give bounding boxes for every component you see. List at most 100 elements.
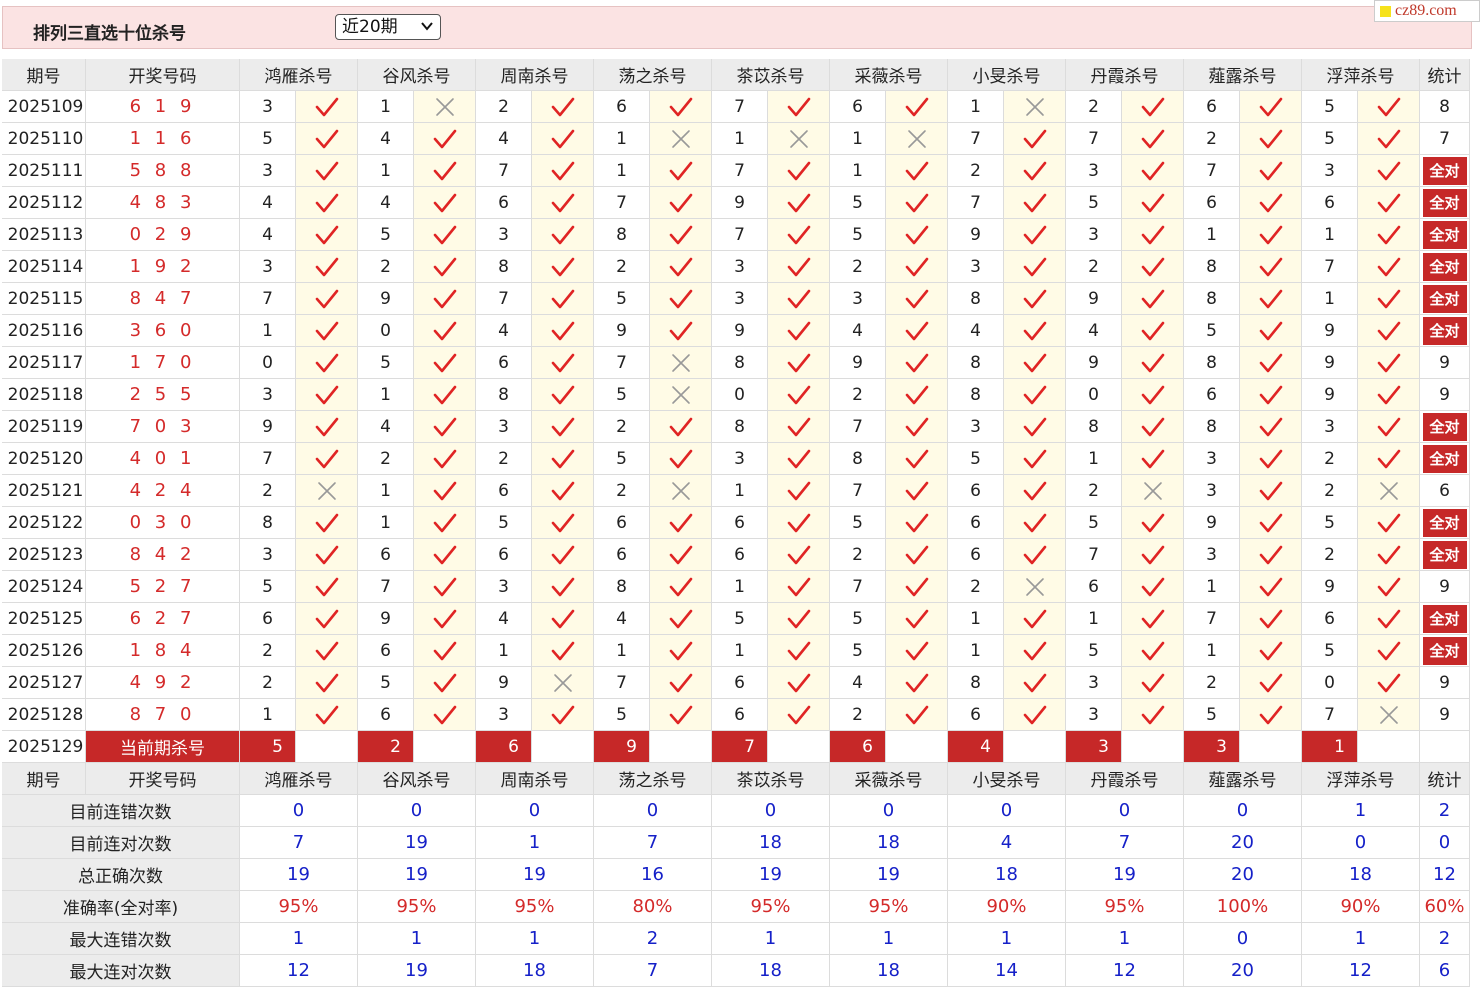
current-kill-number: 4 [948, 731, 1004, 763]
kill-number: 2 [948, 571, 1004, 603]
kill-number: 7 [240, 443, 296, 475]
result-cell [1358, 603, 1420, 635]
kill-number: 0 [712, 379, 768, 411]
table-row: 2025112 4 8 3 4 4 6 7 9 5 7 5 6 6 全对 [2, 187, 1470, 219]
header-predictor: 小旻杀号 [948, 59, 1066, 91]
table-row: 2025123 8 4 2 3 6 6 6 6 2 6 7 3 2 全对 [2, 539, 1470, 571]
kill-number: 9 [1302, 315, 1358, 347]
header-predictor: 谷风杀号 [358, 59, 476, 91]
result-cell [768, 571, 830, 603]
check-icon [786, 480, 812, 502]
result-cell [886, 379, 948, 411]
current-kill-spacer [1004, 731, 1066, 763]
issue-number: 2025128 [2, 699, 86, 731]
result-cell [768, 283, 830, 315]
current-kill-number: 6 [476, 731, 532, 763]
result-cell [1004, 283, 1066, 315]
summary-stat: 2 [1420, 923, 1470, 955]
check-icon [786, 448, 812, 470]
current-kill-spacer [532, 731, 594, 763]
kill-number: 4 [830, 667, 886, 699]
result-cell [1358, 539, 1420, 571]
summary-label: 准确率(全对率) [2, 891, 240, 923]
kill-number: 5 [594, 699, 650, 731]
result-cell [414, 315, 476, 347]
kill-number: 2 [594, 475, 650, 507]
table-row: 2025128 8 7 01 6 3 5 6 2 6 3 5 7 9 [2, 699, 1470, 731]
summary-label: 最大连对次数 [2, 955, 240, 987]
cross-icon [314, 480, 340, 502]
result-cell [1240, 379, 1302, 411]
kill-number: 4 [594, 603, 650, 635]
draw-number: 1 8 4 [86, 635, 240, 667]
table-row: 2025121 4 2 421621762326 [2, 475, 1470, 507]
kill-number: 2 [594, 411, 650, 443]
check-icon [314, 128, 340, 150]
draw-number: 5 8 8 [86, 155, 240, 187]
summary-value: 19 [358, 827, 476, 859]
result-cell [1358, 155, 1420, 187]
result-cell [1358, 507, 1420, 539]
current-kill-spacer [650, 731, 712, 763]
result-cell [296, 283, 358, 315]
result-cell [1358, 571, 1420, 603]
check-icon [1140, 96, 1166, 118]
kill-number: 3 [948, 411, 1004, 443]
table-row: 2025110 1 1 654411177257 [2, 123, 1470, 155]
kill-number: 2 [1066, 475, 1122, 507]
check-icon [1258, 608, 1284, 630]
current-issue-row: 2025129 当前期杀号 5 2 6 9 7 6 4 3 3 1 [2, 731, 1470, 763]
kill-number: 7 [712, 219, 768, 251]
result-cell [1004, 667, 1066, 699]
result-cell [886, 603, 948, 635]
check-icon [668, 256, 694, 278]
result-cell [296, 411, 358, 443]
check-icon [668, 704, 694, 726]
result-cell [768, 507, 830, 539]
result-cell [650, 603, 712, 635]
check-icon [432, 448, 458, 470]
result-cell [1122, 187, 1184, 219]
kill-number: 4 [358, 187, 414, 219]
summary-value: 95% [712, 891, 830, 923]
summary-value: 0 [948, 795, 1066, 827]
summary-value: 0 [594, 795, 712, 827]
result-cell [886, 667, 948, 699]
header-predictor: 采薇杀号 [830, 59, 948, 91]
result-cell [768, 155, 830, 187]
kill-number: 9 [830, 347, 886, 379]
kill-number: 1 [358, 379, 414, 411]
period-select[interactable]: 近20期 [335, 14, 441, 40]
kill-number: 2 [1302, 443, 1358, 475]
kill-number: 8 [476, 251, 532, 283]
kill-number: 7 [1302, 251, 1358, 283]
result-cell [650, 379, 712, 411]
header-predictor: 荡之杀号 [594, 763, 712, 795]
kill-number: 3 [476, 219, 532, 251]
check-icon [1022, 288, 1048, 310]
row-stat: 9 [1420, 571, 1470, 603]
kill-number: 4 [476, 123, 532, 155]
check-icon [904, 288, 930, 310]
check-icon [1258, 192, 1284, 214]
current-kill-number: 2 [358, 731, 414, 763]
check-icon [314, 384, 340, 406]
kill-number: 6 [948, 699, 1004, 731]
result-cell [650, 283, 712, 315]
check-icon [1258, 704, 1284, 726]
result-cell [414, 123, 476, 155]
all-correct-badge: 全对 [1422, 604, 1467, 633]
result-cell [414, 443, 476, 475]
kill-number: 1 [948, 91, 1004, 123]
result-cell [1240, 507, 1302, 539]
kill-number: 2 [1066, 91, 1122, 123]
check-icon [904, 448, 930, 470]
check-icon [1376, 448, 1402, 470]
summary-value: 7 [240, 827, 358, 859]
check-icon [668, 512, 694, 534]
kill-number: 5 [1302, 507, 1358, 539]
result-cell [886, 155, 948, 187]
kill-number: 8 [1066, 411, 1122, 443]
summary-value: 18 [830, 827, 948, 859]
draw-number: 8 7 0 [86, 699, 240, 731]
